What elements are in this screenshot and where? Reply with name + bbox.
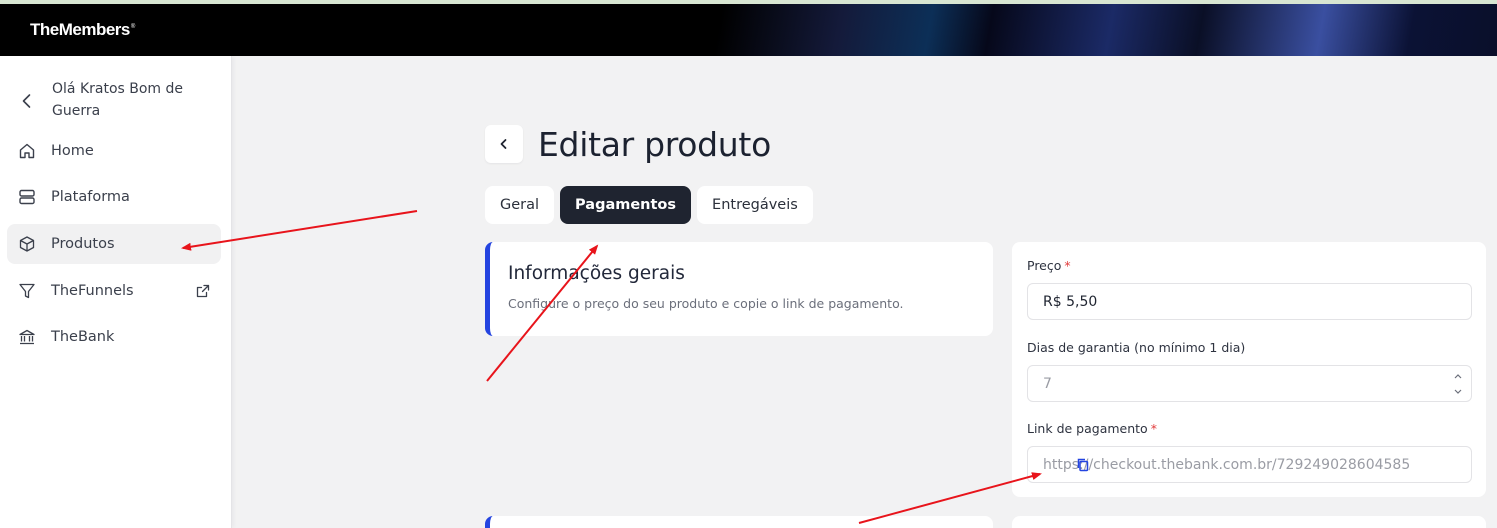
number-stepper[interactable] — [1453, 370, 1463, 398]
sidebar-item-thebank[interactable]: TheBank — [7, 317, 221, 357]
second-form-card — [1012, 516, 1486, 528]
sidebar-item-label: Plataforma — [51, 189, 130, 205]
sidebar-item-label: TheFunnels — [51, 283, 134, 299]
sidebar-greeting[interactable]: Olá Kratos Bom de Guerra — [14, 78, 219, 124]
top-bar: TheMembers® — [0, 0, 1497, 56]
payment-link-label: Link de pagamento * — [1027, 421, 1157, 436]
payment-link-input[interactable]: https://checkout.thebank.com.br/72924902… — [1027, 446, 1472, 483]
sidebar-item-label: Produtos — [51, 236, 115, 252]
copy-icon[interactable] — [1075, 457, 1457, 473]
info-card-title: Informações gerais — [508, 263, 685, 284]
sidebar-item-plataforma[interactable]: Plataforma — [7, 177, 221, 217]
tab-pagamentos[interactable]: Pagamentos — [560, 186, 692, 224]
info-card: Informações gerais Configure o preço do … — [485, 242, 993, 336]
bank-icon — [17, 327, 37, 347]
page-header: Editar produto — [485, 124, 771, 164]
sidebar-item-label: TheBank — [51, 329, 115, 345]
required-mark: * — [1064, 258, 1071, 273]
guarantee-label: Dias de garantia (no mínimo 1 dia) — [1027, 340, 1246, 355]
info-card-description: Configure o preço do seu produto e copie… — [508, 296, 904, 311]
server-icon — [17, 187, 37, 207]
funnel-icon — [17, 281, 37, 301]
external-link-icon[interactable] — [195, 283, 211, 299]
greeting-text: Olá Kratos Bom de Guerra — [52, 81, 184, 119]
price-input[interactable]: R$ 5,50 — [1027, 283, 1472, 320]
brand-logo[interactable]: TheMembers® — [30, 20, 135, 40]
brand-name: TheMembers — [30, 20, 130, 39]
sidebar-item-label: Home — [51, 143, 94, 159]
home-icon — [17, 141, 37, 161]
sidebar-item-home[interactable]: Home — [7, 131, 221, 171]
sidebar-item-produtos[interactable]: Produtos — [7, 224, 221, 264]
guarantee-days-value: 7 — [1043, 375, 1052, 392]
chevron-left-icon — [498, 138, 510, 150]
tab-entregaveis[interactable]: Entregáveis — [697, 186, 813, 224]
required-mark: * — [1150, 421, 1157, 436]
guarantee-days-input[interactable]: 7 — [1027, 365, 1472, 402]
page-title: Editar produto — [538, 124, 771, 164]
sidebar: Olá Kratos Bom de Guerra Home Plataforma… — [0, 56, 232, 528]
tab-geral[interactable]: Geral — [485, 186, 555, 224]
brand-mark: ® — [130, 24, 135, 31]
payment-link-label-text: Link de pagamento — [1027, 421, 1148, 436]
sidebar-item-thefunnels[interactable]: TheFunnels — [7, 271, 221, 311]
chevron-left-icon[interactable] — [18, 92, 36, 110]
back-button[interactable] — [485, 125, 523, 163]
price-label-text: Preço — [1027, 258, 1062, 273]
tab-bar: Geral Pagamentos Entregáveis — [485, 186, 813, 224]
second-section-card — [485, 516, 993, 528]
box-icon — [17, 234, 37, 254]
payment-form-card: Preço * R$ 5,50 Dias de garantia (no míni… — [1012, 242, 1486, 497]
price-label: Preço * — [1027, 258, 1071, 273]
